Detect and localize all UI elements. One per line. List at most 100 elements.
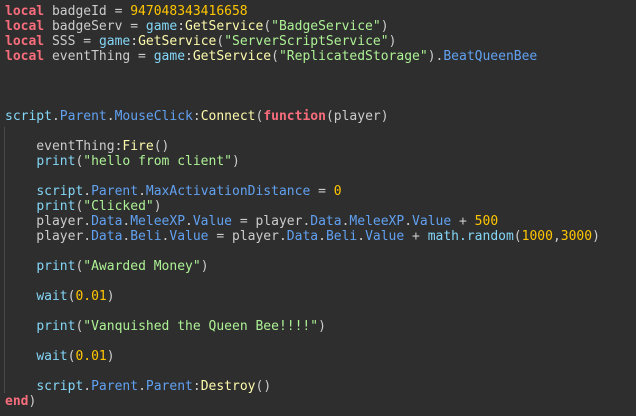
code-line[interactable] (5, 364, 600, 379)
code-text: badgeServ = (44, 19, 146, 34)
keyword: local (5, 34, 45, 49)
builtin: print (36, 319, 76, 334)
code-text: ) (106, 349, 115, 364)
code-line[interactable] (5, 64, 600, 79)
code-text: . (357, 229, 366, 244)
string-literal: "Vanquished the Queen Bee!!!!" (83, 319, 319, 334)
member: Parent (91, 379, 139, 394)
code-text: : (130, 34, 139, 49)
code-area[interactable]: local badgeId = 947048343416658 local bad… (5, 4, 600, 409)
code-line[interactable]: wait(0.01) (5, 289, 600, 304)
code-text: ( (271, 49, 279, 64)
code-text: + (451, 214, 475, 229)
code-line[interactable]: local badgeServ = game:GetService("Badge… (5, 19, 600, 34)
member: Beli (130, 229, 162, 244)
code-line[interactable] (5, 304, 600, 319)
method-name: GetService (185, 19, 264, 34)
member: Parent (91, 184, 139, 199)
code-text: . (185, 214, 193, 229)
code-line[interactable]: script.Parent.Parent:Destroy() (5, 379, 600, 394)
builtin: math.random (427, 229, 514, 244)
code-line[interactable] (5, 334, 600, 349)
builtin: wait (36, 349, 68, 364)
code-text: ) (380, 19, 389, 34)
builtin: game (145, 19, 178, 34)
code-editor[interactable]: local badgeId = 947048343416658 local bad… (0, 0, 636, 416)
code-line[interactable]: print("hello from client") (5, 154, 600, 169)
code-line[interactable]: eventThing:Fire() (5, 139, 600, 154)
code-text: ) (388, 34, 397, 49)
member: Data (91, 214, 123, 229)
code-text: = player. (208, 229, 287, 244)
code-line[interactable]: script.Parent.MaxActivationDistance = 0 (5, 184, 600, 199)
code-line[interactable] (5, 94, 600, 109)
code-text: . (318, 229, 326, 244)
method-name: Fire (122, 139, 154, 154)
method-name: GetService (192, 49, 272, 64)
number-literal: 0 (333, 184, 342, 199)
builtin: script (36, 184, 84, 199)
member: BeatQueenBee (443, 49, 538, 64)
member: MouseClick (114, 109, 193, 124)
number-literal: 500 (474, 214, 499, 229)
code-line[interactable]: local badgeId = 947048343416658 (5, 4, 600, 19)
code-text: . (83, 184, 92, 199)
code-text: player. (5, 229, 92, 244)
string-literal: "ReplicatedStorage" (278, 49, 428, 64)
code-text: badgeId = (44, 4, 131, 19)
code-text: (player) (325, 109, 389, 124)
code-text: player. (5, 214, 92, 229)
code-text: ) (153, 199, 162, 214)
code-line[interactable]: local SSS = game:GetService("ServerScrip… (5, 34, 600, 49)
code-line[interactable]: player.Data.Beli.Value = player.Data.Bel… (5, 229, 600, 244)
number-literal: 1000 (521, 229, 553, 244)
builtin: print (36, 259, 76, 274)
code-text: : (177, 19, 186, 34)
code-text: SSS = (44, 34, 99, 49)
code-line[interactable] (5, 244, 600, 259)
code-line[interactable]: script.Parent.MouseClick:Connect(functio… (5, 109, 600, 124)
keyword: local (5, 19, 45, 34)
string-literal: "ServerScriptService" (224, 34, 389, 49)
number-literal: 947048343416658 (130, 4, 248, 19)
member: Data (286, 229, 319, 244)
code-line[interactable]: local eventThing = game:GetService("Repl… (5, 49, 600, 64)
member: Parent (59, 109, 107, 124)
string-literal: "hello from client" (83, 154, 232, 169)
string-literal: "Awarded Money" (83, 259, 201, 274)
builtin: print (36, 199, 76, 214)
code-line[interactable]: print("Clicked") (5, 199, 600, 214)
code-line[interactable] (5, 169, 600, 184)
code-text: ) (318, 319, 326, 334)
code-line[interactable] (5, 274, 600, 289)
keyword: local (5, 4, 45, 19)
builtin: wait (36, 289, 68, 304)
member: Parent (145, 379, 193, 394)
code-text: ( (263, 19, 272, 34)
code-text: . (83, 379, 92, 394)
code-text: . (138, 184, 146, 199)
code-line[interactable]: end) (5, 394, 600, 409)
member: MaxActivationDistance (145, 184, 311, 199)
code-text: ( (216, 34, 225, 49)
member: Data (310, 214, 342, 229)
code-line[interactable]: print("Awarded Money") (5, 259, 600, 274)
code-text: ) (106, 289, 115, 304)
code-line[interactable]: wait(0.01) (5, 349, 600, 364)
member: MeleeXP (130, 214, 186, 229)
member: Value (169, 229, 209, 244)
code-line[interactable] (5, 124, 600, 139)
member: Value (365, 229, 405, 244)
code-text: ( (513, 229, 522, 244)
builtin: script (36, 379, 84, 394)
code-text: ) (200, 259, 209, 274)
code-text: = player. (232, 214, 311, 229)
code-line[interactable]: print("Vanquished the Queen Bee!!!!") (5, 319, 600, 334)
code-line[interactable] (5, 79, 600, 94)
keyword: function (263, 109, 326, 124)
code-line[interactable]: player.Data.MeleeXP.Value = player.Data.… (5, 214, 600, 229)
